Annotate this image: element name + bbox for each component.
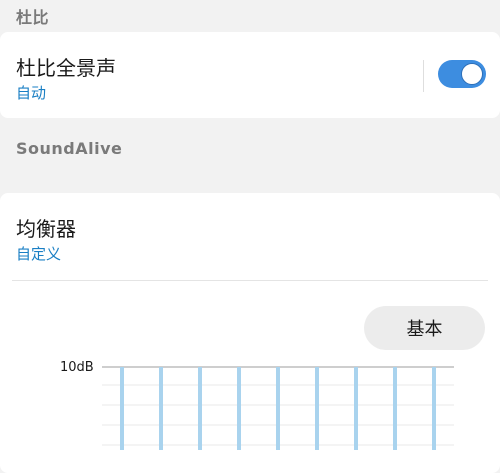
eq-band-slider-4[interactable] [237,367,241,450]
equalizer-graph [102,366,454,450]
eq-band-slider-7[interactable] [354,367,358,450]
eq-band-slider-5[interactable] [276,367,280,450]
eq-band-slider-1[interactable] [120,367,124,450]
eq-band-slider-2[interactable] [159,367,163,450]
eq-band-slider-9[interactable] [432,367,436,450]
eq-band-slider-6[interactable] [315,367,319,450]
eq-band-slider-8[interactable] [393,367,397,450]
eq-band-slider-3[interactable] [198,367,202,450]
